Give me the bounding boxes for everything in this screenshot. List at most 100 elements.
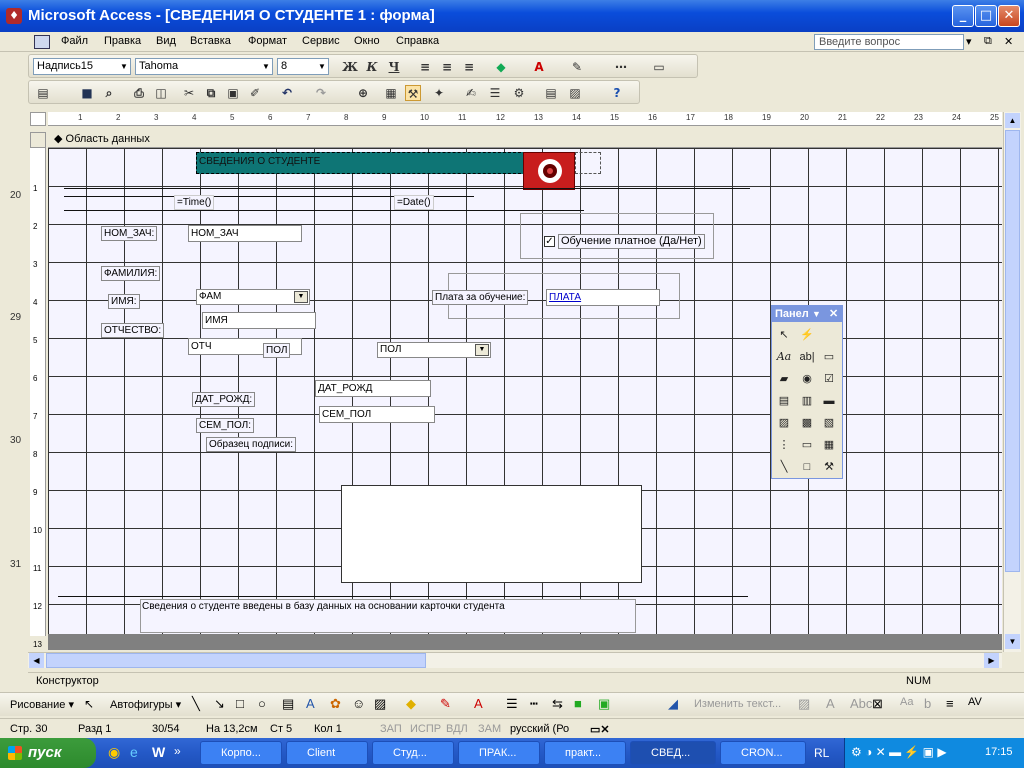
nom-zach-label[interactable]: НОМ_ЗАЧ: (101, 226, 158, 241)
font-size-select[interactable]: 8 ▼ (277, 58, 329, 75)
option-button-icon[interactable]: ◉ (798, 370, 816, 388)
arrow-style-icon[interactable]: ⇆ (552, 696, 563, 712)
gender-combo[interactable]: ПОЛ ▼ (377, 342, 491, 358)
wordart-gallery-icon[interactable]: ▨ (798, 696, 810, 712)
fee-field[interactable]: ПЛАТА (546, 289, 660, 306)
doc-minimize-button[interactable]: ▾ (966, 35, 972, 48)
outlook-icon[interactable]: ◉ (108, 744, 120, 761)
marital-label[interactable]: СЕМ_ПОЛ: (196, 418, 254, 433)
tab-control-icon[interactable]: ▭ (798, 436, 816, 454)
command-button-icon[interactable]: ▬ (820, 392, 838, 410)
menu-edit[interactable]: Правка (104, 35, 141, 47)
text-wrap-icon[interactable]: ⊠ (872, 696, 883, 712)
maximize-button[interactable]: □ (975, 5, 997, 27)
undo-icon[interactable]: ↶ (279, 85, 295, 101)
word-icon[interactable]: W (152, 744, 165, 760)
section-selector[interactable] (30, 132, 46, 148)
ie-icon[interactable]: e (130, 744, 138, 760)
wordart-icon[interactable]: A (306, 696, 315, 711)
scroll-thumb[interactable] (1005, 130, 1020, 572)
tray-icons[interactable]: ⚙ ◑ ✕ ▬ ⚡ ▣ ▶ (851, 745, 947, 759)
align-center-icon[interactable]: ≡ (439, 59, 455, 75)
patronymic-label[interactable]: ОТЧЕСТВО: (101, 323, 165, 338)
task-button-active[interactable]: СВЕД... (630, 741, 716, 765)
page-break-icon[interactable]: ⋮ (775, 436, 793, 454)
subform-icon[interactable]: ▦ (820, 436, 838, 454)
checkbox-tool-icon[interactable]: ☑ (820, 370, 838, 388)
birth-field[interactable]: ДАТ_РОЖД (315, 380, 431, 397)
vertical-text-icon[interactable]: b (924, 696, 931, 711)
underline-icon[interactable]: Ч (386, 59, 402, 75)
drawing-menu[interactable]: Рисование ▾ (10, 698, 74, 711)
task-button[interactable]: Client (286, 741, 368, 765)
properties-icon[interactable]: ☰ (487, 85, 503, 101)
align-left-icon[interactable]: ≡ (417, 59, 433, 75)
doc-restore-button[interactable]: ⧉ (984, 35, 992, 48)
task-button[interactable]: ПРАК... (458, 741, 540, 765)
fee-label[interactable]: Плата за обучение: (432, 290, 529, 305)
builder-icon[interactable]: ⚙ (511, 85, 527, 101)
textbox-tool-icon[interactable]: ab| (798, 348, 816, 366)
status-ext[interactable]: ВДЛ (446, 723, 468, 735)
code-icon[interactable]: ✍ (463, 85, 479, 101)
list-box-icon[interactable]: ▥ (798, 392, 816, 410)
rectangle-tool-icon[interactable]: □ (798, 458, 816, 476)
menu-view[interactable]: Вид (156, 35, 176, 47)
copy-icon[interactable]: ⧉ (203, 85, 219, 101)
chevron-right-icon[interactable]: » (174, 744, 181, 758)
alignment-icon[interactable]: ≡ (946, 696, 954, 711)
line-icon[interactable]: ╲ (192, 696, 200, 712)
menu-window[interactable]: Окно (354, 35, 380, 47)
task-button[interactable]: Студ... (372, 741, 454, 765)
save-icon[interactable]: ■ (79, 85, 95, 101)
toolbox-palette[interactable]: Панел ▼ ✕ ↖ ⚡ Aa ab| ▭ ▰ ◉ ☑ ▤ ▥ ▬ ▨ ▩ ▧ ⋮… (771, 305, 843, 479)
date-expression[interactable]: =Date() (394, 195, 434, 210)
signature-image-frame[interactable] (341, 485, 642, 583)
access-app-icon[interactable]: ♦ (6, 8, 22, 24)
paid-checkbox-label[interactable]: Обучение платное (Да/Нет) (558, 234, 705, 249)
menu-insert[interactable]: Вставка (190, 35, 231, 47)
edit-text-button[interactable]: Изменить текст... (694, 698, 781, 710)
task-button[interactable]: Корпо... (200, 741, 282, 765)
format-painter-icon[interactable]: ✐ (247, 85, 263, 101)
autoformat-icon[interactable]: ✦ (431, 85, 447, 101)
menu-format[interactable]: Формат (248, 35, 287, 47)
print-icon[interactable]: ⎙ (131, 85, 147, 101)
select-objects-icon[interactable]: ↖ (775, 326, 793, 344)
menu-tools[interactable]: Сервис (302, 35, 340, 47)
wordart-shape-icon[interactable]: Abc (850, 696, 872, 711)
surname-combo[interactable]: ФАМ ▼ (196, 289, 310, 305)
signature-label[interactable]: Образец подписи: (206, 437, 297, 452)
spelling-icon[interactable]: ▭✕ (590, 723, 610, 736)
3d-icon[interactable]: ▣ (598, 696, 610, 712)
ask-question-input[interactable]: Введите вопрос (814, 34, 964, 50)
fill-color-icon[interactable]: ◆ (493, 59, 509, 75)
close-icon[interactable]: ✕ (829, 306, 838, 322)
footer-note[interactable]: Сведения о студенте введены в базу данны… (142, 601, 505, 612)
unbound-frame-icon[interactable]: ▩ (798, 414, 816, 432)
status-rec[interactable]: ЗАП (380, 723, 402, 735)
italic-icon[interactable]: К (364, 59, 380, 75)
hscroll-thumb[interactable] (46, 653, 426, 668)
scroll-right-icon[interactable]: ▶ (984, 653, 999, 668)
birth-label[interactable]: ДАТ_РОЖД: (192, 392, 256, 407)
bound-frame-icon[interactable]: ▧ (820, 414, 838, 432)
vertical-scrollbar[interactable]: ▲ ▼ (1003, 112, 1021, 652)
status-ovr[interactable]: ЗАМ (478, 723, 501, 735)
task-button[interactable]: CRON... (720, 741, 806, 765)
language-indicator[interactable]: RL (814, 746, 829, 760)
minimize-button[interactable]: _ (952, 5, 974, 27)
font-select[interactable]: Tahoma ▼ (135, 58, 273, 75)
marital-field[interactable]: СЕМ_ПОЛ (319, 406, 435, 423)
format-wordart-icon[interactable]: A (826, 696, 835, 711)
horizontal-scrollbar[interactable]: ◀ ▶ (28, 652, 1002, 668)
more-controls-icon[interactable]: ⚒ (820, 458, 838, 476)
dash-style-icon[interactable]: ┅ (530, 696, 538, 712)
new-object-icon[interactable]: ▨ (567, 85, 583, 101)
paste-icon[interactable]: ▣ (225, 85, 241, 101)
time-expression[interactable]: =Time() (174, 195, 215, 210)
name-field[interactable]: ИМЯ (202, 312, 316, 329)
line-tool-icon[interactable]: ╲ (775, 458, 793, 476)
detail-section-bar[interactable]: ◆ Область данных (48, 132, 1002, 148)
hyperlink-icon[interactable]: ⊕ (355, 85, 371, 101)
